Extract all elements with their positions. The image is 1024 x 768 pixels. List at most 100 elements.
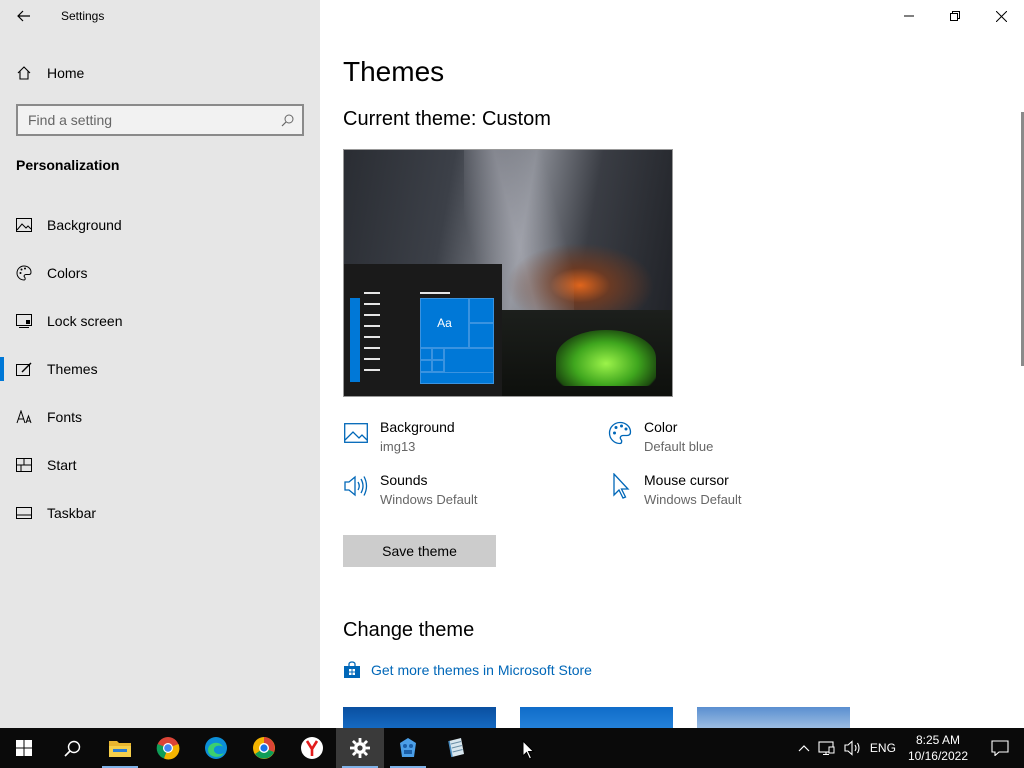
browser-button[interactable]	[240, 728, 288, 768]
notepad-icon	[448, 738, 464, 758]
change-theme-title: Change theme	[343, 619, 475, 641]
palette-icon	[607, 420, 633, 446]
back-button[interactable]	[0, 0, 48, 32]
show-hidden-icons-button[interactable]	[794, 728, 814, 768]
property-name: Background	[380, 419, 455, 435]
section-title: Personalization	[16, 157, 120, 173]
picture-icon	[16, 217, 32, 233]
network-icon	[818, 741, 835, 756]
start-icon	[16, 457, 32, 473]
search-input[interactable]	[28, 112, 281, 128]
picture-icon	[343, 420, 369, 446]
language-indicator[interactable]: ENG	[866, 728, 900, 768]
action-center-button[interactable]	[976, 728, 1024, 768]
taskbar: ENG 8:25 AM 10/16/2022	[0, 728, 1024, 768]
windows-logo-icon	[16, 740, 32, 756]
sidebar-item-fonts[interactable]: Fonts	[0, 393, 320, 441]
app-button[interactable]	[384, 728, 432, 768]
taskbar-search-button[interactable]	[48, 728, 96, 768]
search-box[interactable]	[16, 104, 304, 136]
home-icon	[17, 66, 31, 80]
chevron-up-icon	[798, 745, 810, 752]
property-value: img13	[380, 439, 416, 454]
clock-time: 8:25 AM	[915, 733, 960, 747]
sidebar-item-label: Home	[47, 65, 85, 81]
start-button[interactable]	[0, 728, 48, 768]
chrome-icon	[156, 737, 180, 760]
clock-date: 10/16/2022	[907, 749, 968, 763]
page-title: Themes	[343, 56, 445, 87]
property-sounds[interactable]: Sounds Windows Default	[343, 471, 478, 509]
save-theme-button[interactable]: Save theme	[343, 535, 496, 567]
theme-thumbnail[interactable]	[697, 707, 850, 728]
edge-button[interactable]	[192, 728, 240, 768]
sidebar-item-background[interactable]: Background	[0, 201, 320, 249]
chrome-button[interactable]	[144, 728, 192, 768]
property-name: Color	[644, 419, 678, 435]
store-link-label: Get more themes in Microsoft Store	[371, 662, 592, 678]
sidebar-item-label: Taskbar	[47, 505, 97, 521]
tent-graphic	[556, 330, 656, 386]
search-icon	[63, 740, 80, 757]
notepad-button[interactable]	[432, 728, 480, 768]
volume-icon	[844, 740, 860, 756]
speaker-icon	[343, 473, 369, 499]
main-content: Themes Current theme: Custom Aa Backgrou…	[320, 0, 1024, 728]
theme-thumbnails	[343, 707, 850, 728]
settings-button[interactable]	[336, 728, 384, 768]
volume-button[interactable]	[840, 728, 866, 768]
sidebar-item-label: Themes	[47, 361, 98, 377]
sidebar-item-label: Start	[47, 457, 77, 473]
app-icon	[400, 738, 416, 757]
clock[interactable]: 8:25 AM 10/16/2022	[900, 732, 976, 764]
sidebar-nav: Background Colors Lock screen Themes Fon…	[0, 201, 320, 537]
sidebar-item-home[interactable]: Home	[0, 56, 320, 90]
property-value: Default blue	[644, 439, 714, 454]
yandex-button[interactable]	[288, 728, 336, 768]
fonts-icon	[16, 409, 32, 425]
property-name: Mouse cursor	[644, 472, 729, 488]
sidebar-item-label: Fonts	[47, 409, 83, 425]
property-mouse-cursor[interactable]: Mouse cursor Windows Default	[607, 471, 742, 509]
app-title: Settings	[61, 9, 105, 23]
property-background[interactable]: Background img13	[343, 418, 455, 456]
yandex-icon	[301, 737, 323, 759]
property-name: Sounds	[380, 472, 428, 488]
sidebar-item-label: Lock screen	[47, 313, 123, 329]
mouse-pointer-icon	[522, 740, 535, 760]
settings-icon	[350, 738, 370, 758]
theme-thumbnail[interactable]	[343, 707, 496, 728]
notification-icon	[991, 740, 1009, 756]
store-bag-icon	[344, 661, 360, 678]
file-explorer-icon	[109, 741, 131, 757]
browser-icon	[253, 737, 275, 759]
store-link[interactable]: Get more themes in Microsoft Store	[343, 661, 592, 679]
theme-thumbnail[interactable]	[520, 707, 673, 728]
palette-icon	[16, 265, 32, 281]
theme-preview-image: Aa	[343, 149, 673, 397]
taskbar-icon	[16, 505, 32, 521]
edge-icon	[205, 737, 227, 759]
sidebar-item-taskbar[interactable]: Taskbar	[0, 489, 320, 537]
sidebar-item-label: Background	[47, 217, 122, 233]
sidebar-item-label: Colors	[47, 265, 88, 281]
back-arrow-icon	[17, 10, 30, 22]
system-tray: ENG 8:25 AM 10/16/2022	[794, 728, 1024, 768]
search-icon	[281, 114, 294, 126]
file-explorer-button[interactable]	[96, 728, 144, 768]
property-value: Windows Default	[644, 492, 742, 507]
sidebar-item-lock-screen[interactable]: Lock screen	[0, 297, 320, 345]
lock-screen-icon	[16, 313, 32, 329]
sidebar-item-themes[interactable]: Themes	[0, 345, 320, 393]
property-color[interactable]: Color Default blue	[607, 418, 713, 456]
cursor-icon	[607, 473, 633, 499]
preview-tile-aa: Aa	[420, 298, 469, 348]
current-theme-title: Current theme: Custom	[343, 108, 551, 130]
property-value: Windows Default	[380, 492, 478, 507]
themes-icon	[16, 361, 32, 377]
sidebar: Settings Home Personalization Background…	[0, 0, 320, 728]
sidebar-item-colors[interactable]: Colors	[0, 249, 320, 297]
network-button[interactable]	[814, 728, 840, 768]
sidebar-item-start[interactable]: Start	[0, 441, 320, 489]
title-bar: Settings	[0, 0, 320, 32]
